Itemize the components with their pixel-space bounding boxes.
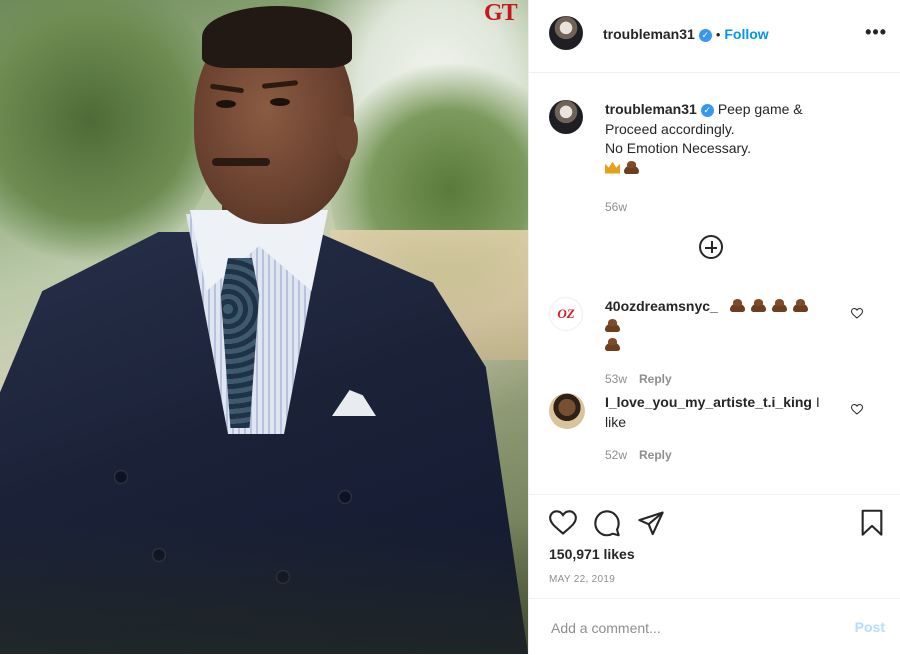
reply-button[interactable]: Reply	[639, 372, 672, 386]
add-comment-input[interactable]	[549, 617, 833, 639]
more-options-icon[interactable]: •••	[865, 22, 887, 43]
separator-dot: •	[715, 27, 721, 42]
comment-time: 53w	[605, 371, 628, 386]
photo-shadow	[0, 520, 528, 654]
photo-subject-hair	[202, 6, 352, 68]
caption-line-3: No Emotion Necessary.	[605, 140, 752, 156]
comment-meta: 53w Reply	[605, 370, 829, 390]
load-more-comments-icon[interactable]	[699, 235, 723, 259]
photo-subject-eye	[216, 100, 236, 108]
post-actions: 150,971 likes MAY 22, 2019	[529, 494, 900, 599]
poo-icon	[729, 299, 745, 312]
photo-subject-ear	[336, 116, 358, 160]
comment-bubble-icon[interactable]	[593, 509, 621, 537]
caption-time: 56w	[605, 200, 628, 214]
photo-foliage	[0, 0, 220, 270]
photo-suit-button	[114, 470, 128, 484]
comment-body: I_love_you_my_artiste_t.i_king I like 52…	[605, 393, 829, 466]
comment-body: 40ozdreamsnyc_ 53w Reply	[605, 297, 829, 389]
verified-badge-icon: ✓	[700, 104, 714, 117]
poo-icon	[792, 299, 808, 312]
comment-time: 52w	[605, 448, 628, 462]
photo-suit-button	[338, 490, 352, 504]
commenter-avatar[interactable]	[549, 393, 585, 429]
post-side-panel: troubleman31 ✓ • Follow ••• troubleman31 ✓ Pe…	[528, 0, 900, 654]
like-comment-heart-icon[interactable]	[851, 404, 863, 415]
poo-icon	[750, 299, 766, 312]
post-photo[interactable]: GT	[0, 0, 528, 654]
caption-line-1: Peep game &	[717, 101, 803, 117]
post-header: troubleman31 ✓ • Follow •••	[529, 0, 900, 73]
author-line: troubleman31 ✓ • Follow	[603, 26, 769, 42]
reply-button[interactable]: Reply	[639, 448, 672, 462]
post-date: MAY 22, 2019	[549, 574, 616, 585]
photo-subject-eye	[270, 98, 290, 106]
poo-icon	[771, 299, 787, 312]
author-username[interactable]: troubleman31	[603, 26, 695, 42]
comment-username[interactable]: 40ozdreamsnyc_	[605, 298, 718, 314]
author-avatar[interactable]	[549, 16, 583, 50]
poo-icon	[624, 160, 639, 174]
poo-icon	[605, 318, 620, 332]
follow-button[interactable]: Follow	[724, 26, 768, 42]
caption: troubleman31 ✓ Peep game & Proceed accordi…	[605, 100, 835, 218]
photo-subject-mustache	[212, 158, 270, 166]
photo-watermark: GT	[484, 0, 518, 26]
comment-meta: 52w Reply	[605, 446, 829, 466]
crown-icon	[605, 161, 620, 174]
instagram-post: GT troubleman31 ✓ • Follow ••• troubleman31…	[0, 0, 900, 654]
caption-line-2: Proceed accordingly.	[605, 120, 735, 137]
verified-badge-icon: ✓	[698, 29, 712, 42]
likes-count[interactable]: 150,971 likes	[549, 546, 635, 562]
commenter-avatar[interactable]: OZ	[549, 297, 583, 331]
like-heart-icon[interactable]	[549, 510, 577, 536]
caption-author-avatar[interactable]	[549, 100, 583, 134]
comment-username[interactable]: I_love_you_my_artiste_t.i_king	[605, 394, 812, 410]
poo-icon	[605, 338, 620, 351]
like-comment-heart-icon[interactable]	[851, 308, 863, 319]
add-comment-bar: Post	[529, 598, 900, 655]
save-bookmark-icon[interactable]	[859, 509, 885, 537]
caption-username[interactable]: troubleman31	[605, 101, 697, 117]
comments-scroll-area[interactable]: troubleman31 ✓ Peep game & Proceed accordi…	[529, 73, 900, 493]
post-comment-button[interactable]: Post	[855, 619, 885, 635]
share-send-icon[interactable]	[637, 509, 665, 537]
